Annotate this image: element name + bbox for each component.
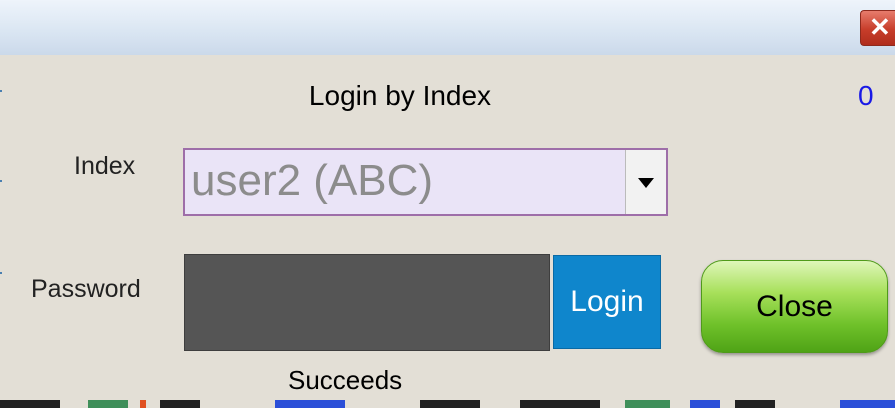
chevron-down-icon [638,178,654,188]
password-input[interactable] [184,254,550,351]
close-icon[interactable]: ✕ [860,10,895,46]
index-selected-value: user2 (ABC) [191,156,434,205]
password-label: Password [31,275,141,303]
status-text: Succeeds [288,365,403,395]
counter-value: 0 [858,80,874,111]
window-edge-mark [0,180,2,182]
dialog-title: Login by Index [308,80,492,111]
login-button[interactable]: Login [553,255,661,349]
close-button[interactable]: Close [701,260,888,353]
dropdown-button[interactable] [625,150,666,214]
title-bar [0,0,895,55]
index-label: Index [74,152,136,180]
background-strip [0,396,895,408]
window-edge-mark [0,272,2,274]
index-select[interactable]: user2 (ABC) [183,148,668,216]
window-edge-mark [0,90,2,92]
